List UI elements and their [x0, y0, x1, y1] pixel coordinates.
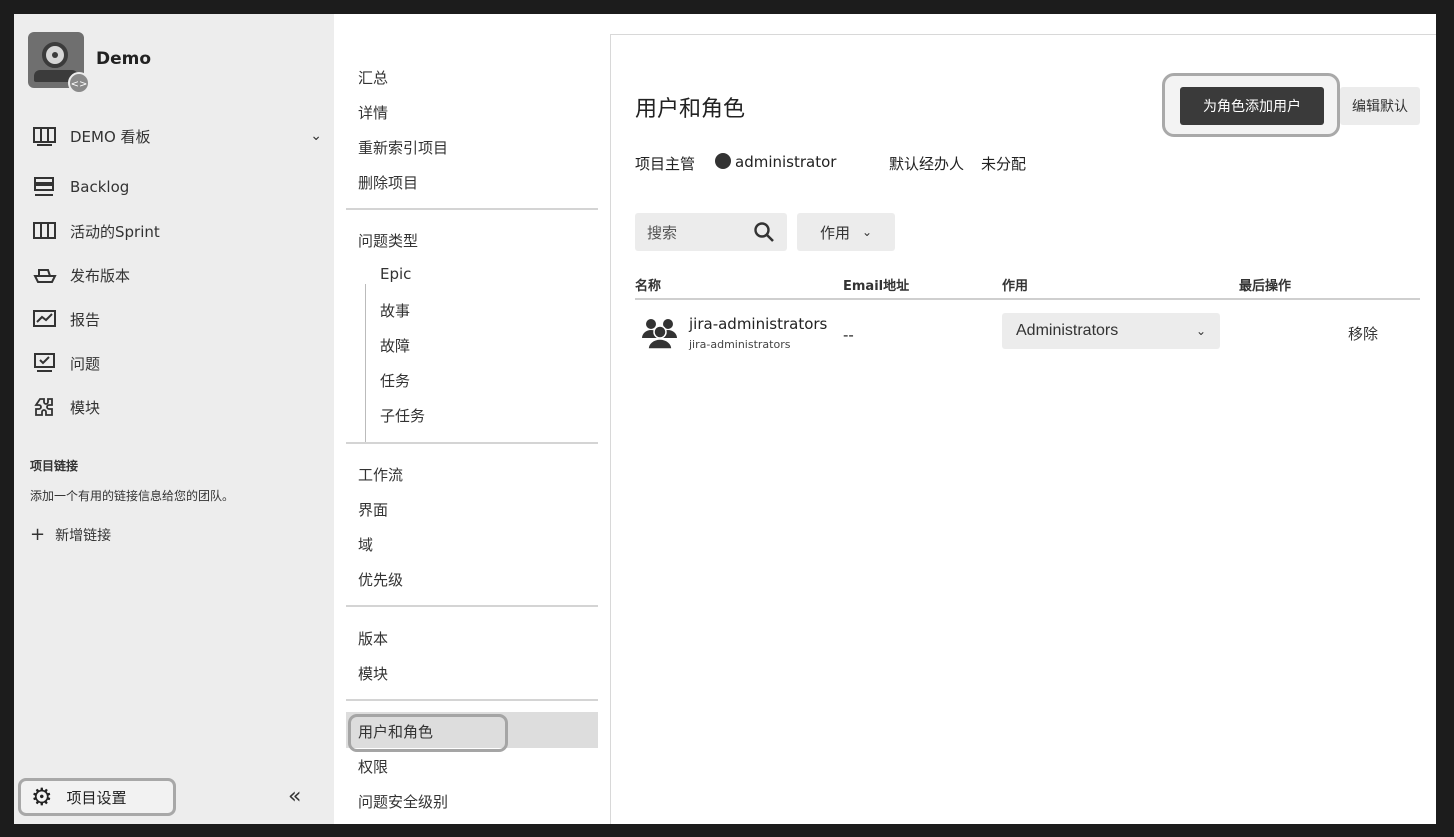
edit-defaults-button[interactable]: 编辑默认 — [1340, 87, 1420, 125]
submenu-item-bug[interactable]: 故障 — [380, 335, 410, 356]
submenu-item-issue-security[interactable]: 问题安全级别 — [358, 791, 448, 812]
submenu-item-screens[interactable]: 界面 — [358, 499, 388, 520]
email-cell: -- — [843, 326, 854, 344]
project-lead-label: 项目主管 — [635, 155, 696, 173]
sidebar-item-releases[interactable]: 发布版本 — [32, 259, 322, 291]
chevron-down-icon[interactable]: ⌄ — [310, 128, 322, 144]
divider — [346, 699, 598, 701]
submenu-item-users-roles[interactable]: 用户和角色 — [358, 721, 433, 742]
report-icon — [33, 310, 56, 327]
submenu-item-details[interactable]: 详情 — [358, 102, 388, 123]
submenu-item-issue-types[interactable]: 问题类型 — [358, 230, 418, 251]
user-avatar-icon — [715, 153, 731, 169]
main-content: 用户和角色 为角色添加用户 编辑默认 项目主管 administrator 默认… — [611, 35, 1436, 824]
remove-button[interactable]: 移除 — [1348, 323, 1378, 344]
column-header-role: 作用 — [1002, 279, 1029, 294]
sidebar-item-label: Backlog — [70, 178, 130, 196]
submenu-item-components[interactable]: 模块 — [358, 663, 388, 684]
project-lead-value[interactable]: administrator — [715, 153, 836, 171]
board-icon — [33, 127, 56, 146]
search-icon — [754, 222, 774, 242]
role-filter-dropdown[interactable]: 作用 ⌄ — [797, 213, 895, 251]
sidebar-item-label: 报告 — [70, 310, 101, 329]
sidebar-item-label: 问题 — [70, 354, 101, 373]
project-settings-label: 项目设置 — [66, 788, 127, 807]
submenu-item-epic[interactable]: Epic — [380, 265, 411, 283]
divider — [346, 605, 598, 607]
add-link-label: 新增链接 — [55, 528, 112, 544]
group-icon — [642, 319, 677, 350]
submenu-item-versions[interactable]: 版本 — [358, 628, 388, 649]
sidebar-item-components[interactable]: 模块 — [32, 391, 322, 423]
group-subname: jira-administrators — [689, 338, 791, 351]
column-header-last-action: 最后操作 — [1239, 279, 1292, 294]
project-links-title: 项目链接 — [30, 459, 79, 473]
project-links-description: 添加一个有用的链接信息给您的团队。 — [30, 489, 235, 503]
submenu-item-fields[interactable]: 域 — [358, 534, 373, 555]
column-header-name: 名称 — [635, 279, 662, 294]
group-name[interactable]: jira-administrators — [689, 315, 827, 333]
plus-icon: + — [30, 524, 46, 545]
project-name[interactable]: Demo — [96, 49, 151, 69]
collapse-sidebar-icon[interactable]: « — [288, 784, 301, 809]
ship-icon — [33, 269, 57, 283]
sidebar-item-label: DEMO 看板 — [70, 127, 151, 146]
gear-icon: ⚙ — [31, 783, 53, 811]
page-title: 用户和角色 — [635, 97, 746, 122]
search-placeholder: 搜索 — [647, 223, 678, 242]
sidebar-item-active-sprint[interactable]: 活动的Sprint — [32, 215, 322, 247]
sidebar-item-reports[interactable]: 报告 — [32, 303, 322, 335]
add-users-to-role-button[interactable]: 为角色添加用户 — [1180, 87, 1324, 125]
camera-icon — [42, 42, 68, 68]
submenu-item-delete-project[interactable]: 删除项目 — [358, 172, 418, 193]
sidebar-item-label: 活动的Sprint — [70, 222, 160, 241]
submenu-item-summary[interactable]: 汇总 — [358, 67, 388, 88]
divider — [346, 208, 598, 210]
submenu-item-task[interactable]: 任务 — [380, 370, 410, 391]
component-icon — [34, 398, 53, 416]
sprint-icon — [33, 222, 56, 239]
sidebar-item-backlog[interactable]: Backlog — [32, 171, 322, 203]
app-window: <> Demo DEMO 看板 ⌄ Backlog 活动的Sprint 发布版本… — [14, 14, 1436, 824]
chevron-down-icon: ⌄ — [861, 225, 873, 239]
submenu-item-workflows[interactable]: 工作流 — [358, 464, 403, 485]
project-settings-button[interactable]: ⚙ 项目设置 — [18, 778, 176, 816]
chevron-down-icon: ⌄ — [1195, 324, 1206, 338]
submenu-item-story[interactable]: 故事 — [380, 300, 410, 321]
default-assignee-value: 未分配 — [981, 155, 1027, 173]
role-select[interactable]: Administrators ⌄ — [1002, 313, 1220, 349]
sidebar-item-label: 模块 — [70, 398, 101, 417]
search-input[interactable]: 搜索 — [635, 213, 787, 251]
project-avatar[interactable]: <> — [28, 32, 90, 94]
add-link-button[interactable]: + 新增链接 — [30, 524, 111, 545]
sidebar-item-label: 发布版本 — [70, 266, 131, 285]
default-assignee-label: 默认经办人 — [889, 155, 965, 173]
table-header-divider — [635, 298, 1420, 300]
column-header-email: Email地址 — [843, 279, 910, 294]
software-project-badge-icon: <> — [68, 72, 90, 94]
submenu-item-reindex[interactable]: 重新索引项目 — [358, 137, 448, 158]
submenu-item-priorities[interactable]: 优先级 — [358, 569, 403, 590]
submenu-item-permissions[interactable]: 权限 — [358, 756, 388, 777]
sidebar-item-board[interactable]: DEMO 看板 ⌄ — [32, 120, 322, 152]
divider — [346, 442, 598, 444]
project-sidebar: <> Demo DEMO 看板 ⌄ Backlog 活动的Sprint 发布版本… — [14, 14, 334, 824]
issues-icon — [34, 353, 55, 372]
settings-submenu: 汇总 详情 重新索引项目 删除项目 问题类型 Epic 故事 故障 任务 子任务… — [334, 34, 611, 824]
tree-line — [365, 284, 366, 442]
backlog-icon — [34, 177, 54, 196]
sidebar-item-issues[interactable]: 问题 — [32, 347, 322, 379]
submenu-item-subtask[interactable]: 子任务 — [380, 405, 425, 426]
